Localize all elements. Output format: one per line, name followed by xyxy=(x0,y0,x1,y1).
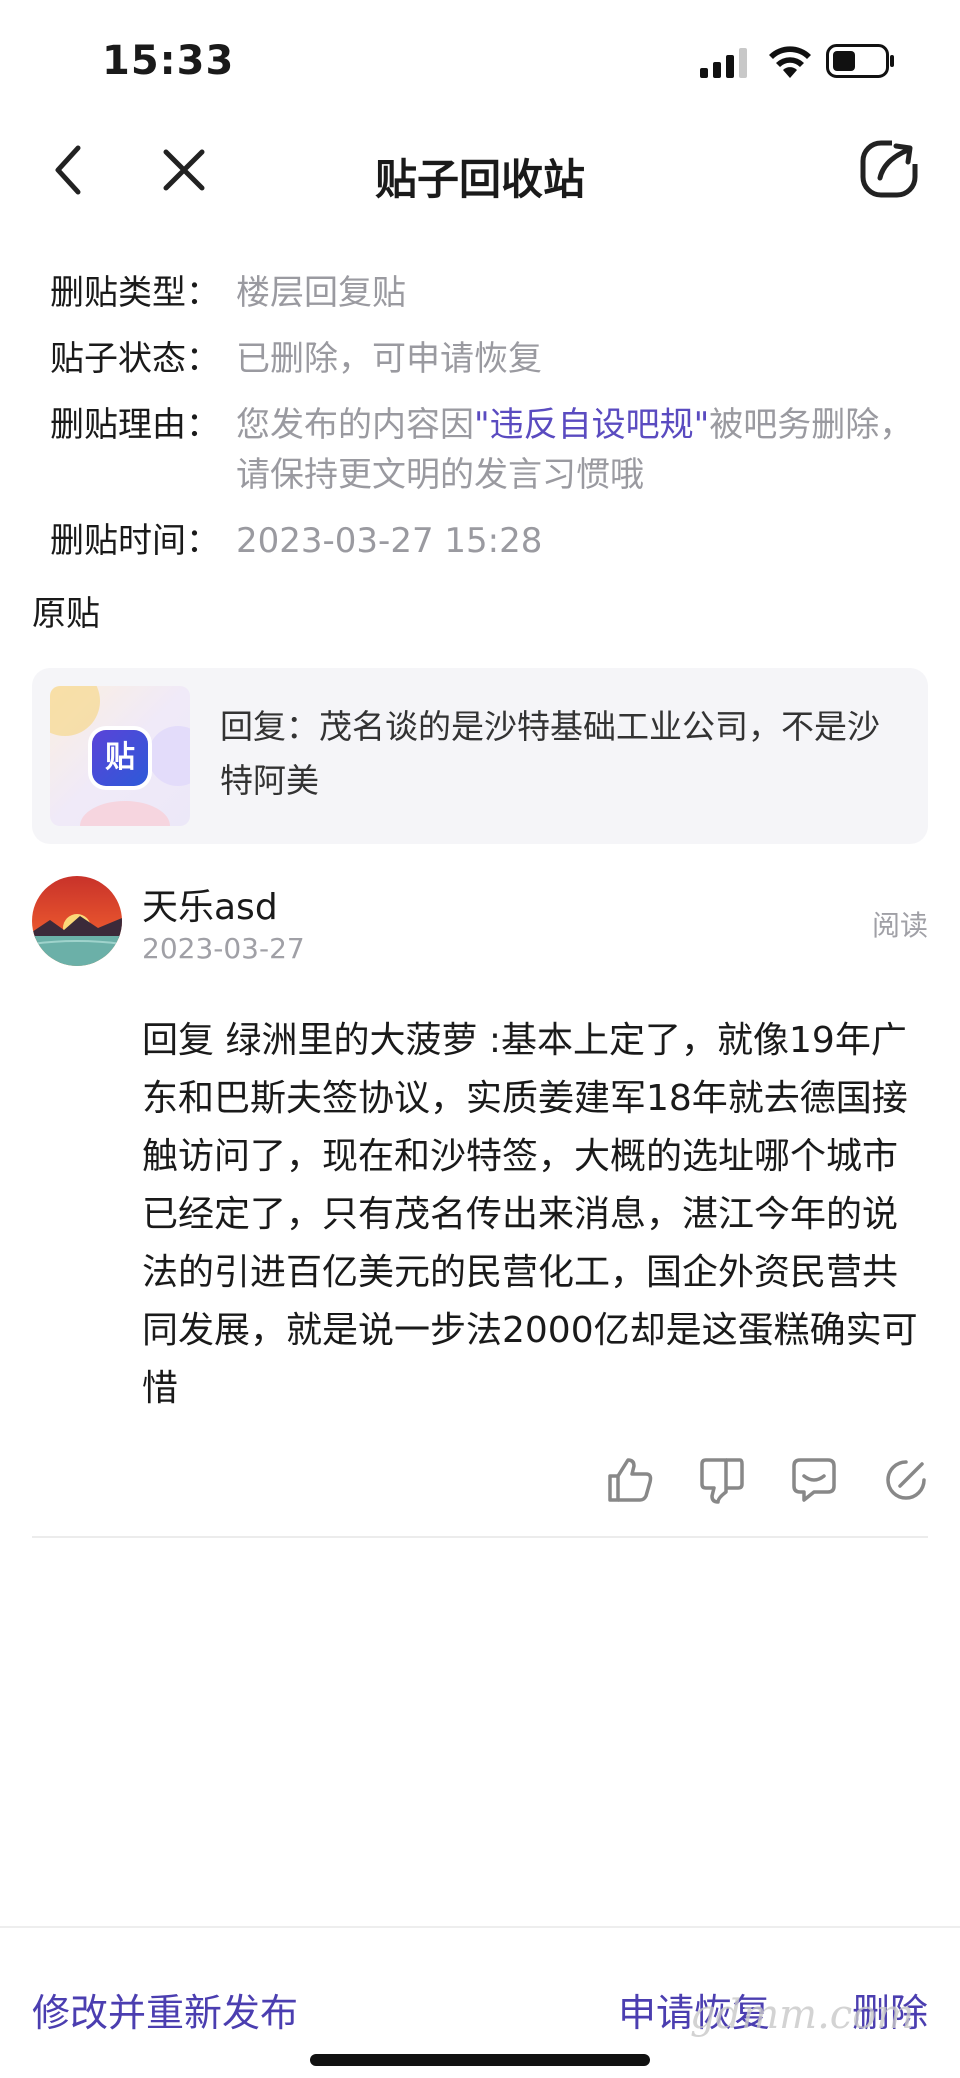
comment-icon[interactable] xyxy=(788,1454,840,1506)
watermark: gdmm.com xyxy=(690,1992,915,2038)
info-row-time: 删贴时间： 2023-03-27 15:28 xyxy=(50,516,930,566)
reason-prefix: 您发布的内容因 xyxy=(236,405,474,445)
edit-icon[interactable] xyxy=(880,1454,932,1506)
info-row-status: 贴子状态： 已删除，可申请恢复 xyxy=(50,334,930,384)
comment-actions xyxy=(0,1454,960,1508)
bottom-action-bar: 修改并重新发布 申请恢复 删除 gdmm.com xyxy=(0,1926,960,2078)
wifi-icon xyxy=(769,46,811,78)
comment-body: 回复 绿洲里的大菠萝 :基本上定了，就像19年广东和巴斯夫签协议，实质姜建军18… xyxy=(142,1020,918,1409)
info-value: 已删除，可申请恢复 xyxy=(236,339,542,379)
reason-value: 您发布的内容因"违反自设吧规"被吧务删除，请保持更文明的发言习惯哦 xyxy=(236,400,930,500)
home-indicator[interactable] xyxy=(310,2054,650,2066)
deletion-info: 删贴类型： 楼层回复贴 贴子状态： 已删除，可申请恢复 删贴理由： 您发布的内容… xyxy=(50,268,930,582)
divider xyxy=(32,1536,928,1538)
username[interactable]: 天乐asd xyxy=(142,878,278,930)
original-section-label: 原贴 xyxy=(32,594,100,634)
page-title: 贴子回收站 xyxy=(374,155,585,204)
rule-link[interactable]: "违反自设吧规" xyxy=(474,405,709,445)
info-label: 删贴时间： xyxy=(50,521,220,561)
nav-bar: 贴子回收站 xyxy=(0,120,960,220)
info-value: 2023-03-27 15:28 xyxy=(236,521,543,561)
like-icon[interactable] xyxy=(604,1454,656,1506)
avatar[interactable] xyxy=(32,876,122,966)
info-label: 删贴理由： xyxy=(50,405,220,445)
original-post-card[interactable]: 贴 回复：茂名谈的是沙特基础工业公司，不是沙特阿美 xyxy=(32,668,928,844)
read-button[interactable]: 阅读 xyxy=(872,904,928,944)
info-row-type: 删贴类型： 楼层回复贴 xyxy=(50,268,930,318)
status-time: 15:33 xyxy=(102,38,235,84)
info-label: 贴子状态： xyxy=(50,339,220,379)
original-post-text: 回复：茂名谈的是沙特基础工业公司，不是沙特阿美 xyxy=(220,707,880,800)
share-icon[interactable] xyxy=(858,138,920,200)
info-value: 楼层回复贴 xyxy=(236,273,406,313)
status-bar: 15:33 xyxy=(0,0,960,120)
info-label: 删贴类型： xyxy=(50,273,220,313)
signal-icon xyxy=(700,48,747,78)
tieba-logo-icon: 贴 xyxy=(92,730,148,786)
info-row-reason: 删贴理由： 您发布的内容因"违反自设吧规"被吧务删除，请保持更文明的发言习惯哦 xyxy=(50,400,930,500)
post-thumbnail: 贴 xyxy=(50,686,190,826)
edit-and-repost-button[interactable]: 修改并重新发布 xyxy=(32,1982,298,2037)
comment-date: 2023-03-27 xyxy=(142,932,305,965)
battery-icon xyxy=(826,44,894,78)
dislike-icon[interactable] xyxy=(696,1454,748,1506)
